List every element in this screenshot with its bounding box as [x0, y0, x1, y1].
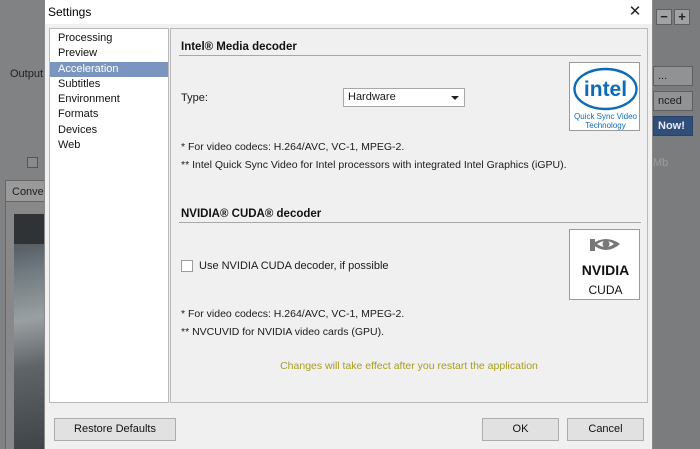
intel-codec-note: * For video codecs: H.264/AVC, VC-1, MPE…	[181, 141, 405, 153]
background-checkbox	[27, 157, 38, 168]
intel-logo-word: intel	[584, 78, 627, 101]
intel-section-title: Intel® Media decoder	[181, 41, 297, 53]
background-plus-button: +	[674, 9, 690, 25]
dialog-titlebar: Settings ✕	[45, 0, 652, 24]
nav-item-formats[interactable]: Formats	[50, 107, 168, 122]
intel-quick-sync-logo: intel Quick Sync Video Technology	[569, 62, 640, 131]
background-minus-button: −	[656, 9, 672, 25]
nav-item-devices[interactable]: Devices	[50, 123, 168, 138]
nvidia-gpu-note: ** NVCUVID for NVIDIA video cards (GPU).	[181, 326, 385, 338]
nvidia-checkbox-label: Use NVIDIA CUDA decoder, if possible	[199, 260, 389, 272]
intel-logo-line1: Quick Sync Video	[574, 112, 638, 121]
background-tab-convert: Conve	[5, 180, 45, 202]
nav-item-preview[interactable]: Preview	[50, 46, 168, 61]
type-select-value: Hardware	[348, 91, 396, 103]
cancel-button[interactable]: Cancel	[567, 418, 644, 441]
background-output-label: Output	[10, 68, 44, 80]
background-browse-button: ...	[653, 66, 693, 86]
nvidia-cuda-logo: NVIDIA CUDA	[569, 229, 640, 300]
settings-nav-list: Processing Preview Acceleration Subtitles En…	[49, 28, 169, 403]
nvidia-logo-word: NVIDIA	[582, 262, 629, 278]
close-button[interactable]: ✕	[618, 0, 652, 24]
nav-item-environment[interactable]: Environment	[50, 92, 168, 107]
intel-section-divider	[179, 55, 641, 56]
background-convert-now-button: Now!	[653, 116, 693, 136]
intel-logo-icon: intel Quick Sync Video Technology	[573, 67, 638, 130]
background-advanced-button: nced	[653, 91, 693, 111]
acceleration-panel: Intel® Media decoder Type: Hardware inte…	[170, 28, 648, 403]
nvidia-codec-note: * For video codecs: H.264/AVC, VC-1, MPE…	[181, 308, 405, 320]
restart-notice: Changes will take effect after you resta…	[280, 360, 538, 372]
background-size-unit: Mb	[653, 157, 669, 169]
nav-item-processing[interactable]: Processing	[50, 31, 168, 46]
type-label: Type:	[181, 92, 208, 104]
close-icon: ✕	[628, 3, 642, 20]
intel-logo-line2: Technology	[585, 121, 625, 130]
nav-item-web[interactable]: Web	[50, 138, 168, 153]
cuda-logo-word: CUDA	[588, 283, 622, 297]
intel-gpu-note: ** Intel Quick Sync Video for Intel proc…	[181, 159, 567, 171]
nvidia-section-divider	[179, 222, 641, 223]
nvidia-eye-icon: NVIDIA CUDA	[574, 234, 637, 297]
background-thumbnail-top	[14, 214, 44, 244]
type-select[interactable]: Hardware	[343, 88, 465, 107]
nav-item-subtitles[interactable]: Subtitles	[50, 77, 168, 92]
restore-defaults-button[interactable]: Restore Defaults	[54, 418, 176, 441]
nvidia-checkbox-box[interactable]	[181, 260, 193, 272]
chevron-down-icon	[451, 96, 459, 100]
background-thumbnail	[14, 214, 44, 449]
settings-dialog: Settings ✕ Processing Preview Acceleration…	[44, 0, 653, 449]
ok-button[interactable]: OK	[482, 418, 559, 441]
nvidia-section-title: NVIDIA® CUDA® decoder	[181, 208, 322, 220]
dialog-title: Settings	[48, 5, 92, 19]
nav-item-acceleration[interactable]: Acceleration	[50, 61, 168, 77]
